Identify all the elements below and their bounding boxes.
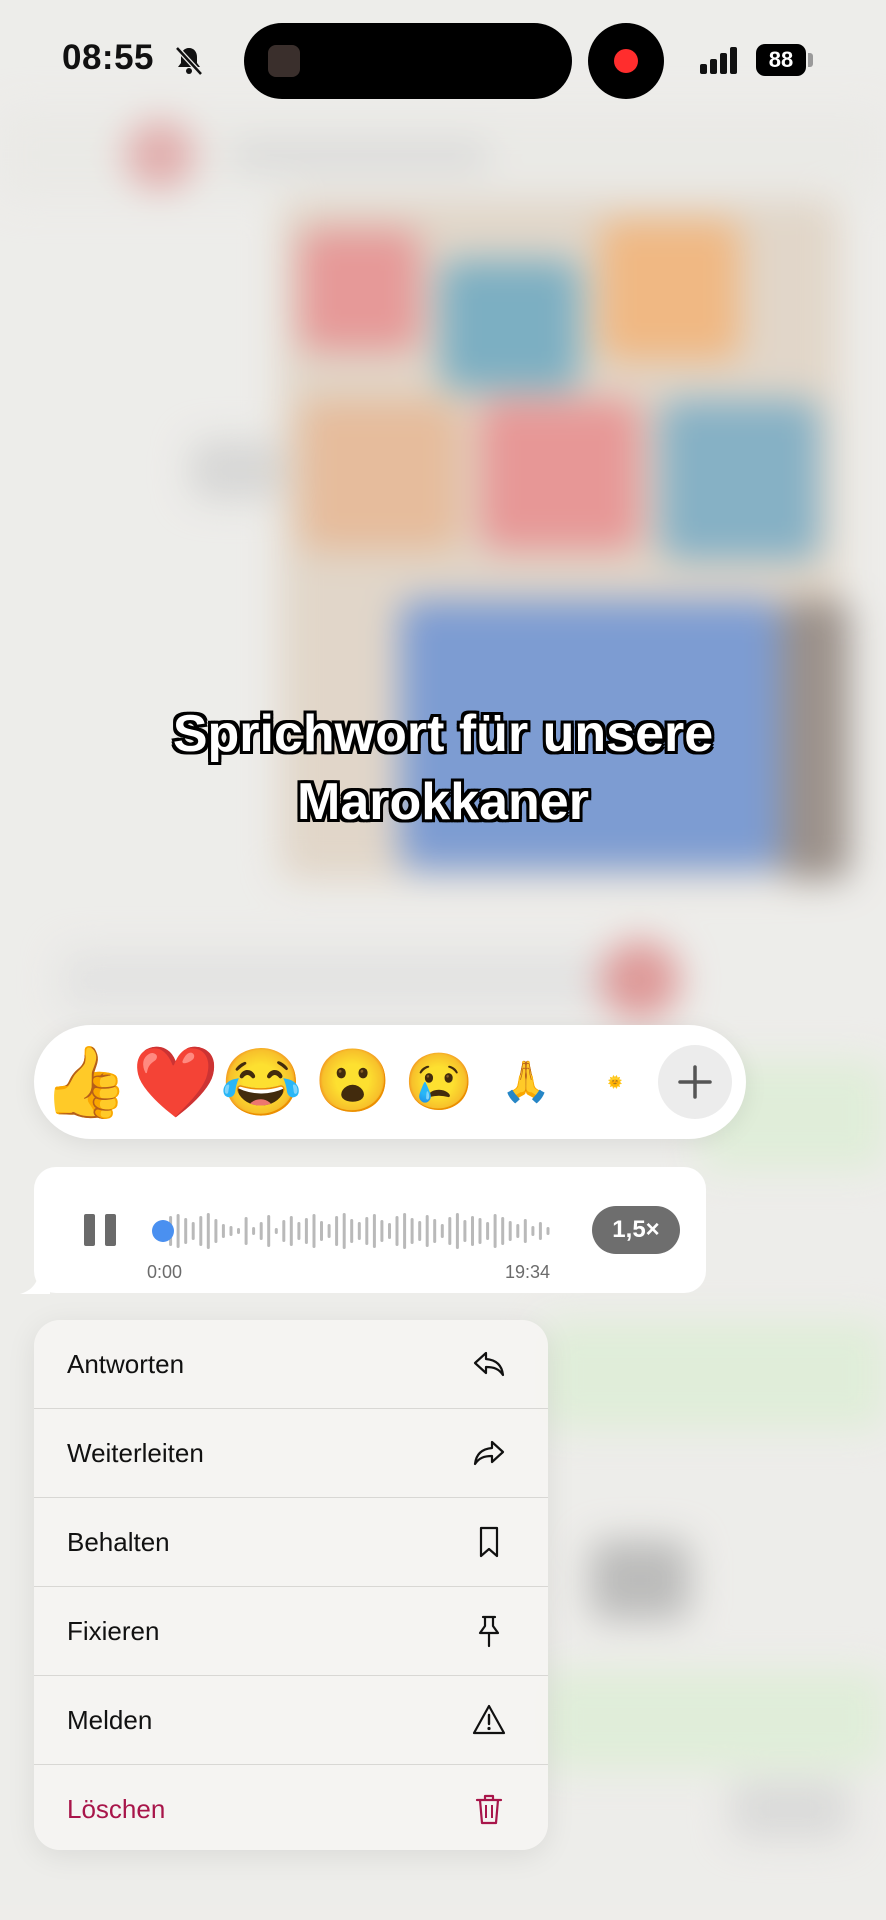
- battery-icon: 88: [756, 44, 806, 76]
- playback-position: 0:00: [147, 1262, 183, 1282]
- waveform-bar: [176, 1214, 180, 1248]
- waveform-bar: [455, 1213, 459, 1249]
- menu-item-delete[interactable]: Löschen: [34, 1765, 548, 1850]
- menu-item-label: Antworten: [67, 1349, 185, 1379]
- recording-indicator[interactable]: [588, 23, 664, 99]
- reaction-laughing[interactable]: 😂: [220, 1025, 302, 1139]
- waveform-bar: [538, 1222, 542, 1240]
- record-dot-icon: [614, 49, 638, 73]
- waveform-bar: [289, 1216, 293, 1246]
- menu-item-pin[interactable]: Fixieren: [34, 1587, 548, 1675]
- battery-cap: [808, 53, 813, 67]
- waveform-bar: [478, 1218, 482, 1244]
- waveform-bar: [523, 1219, 527, 1243]
- waveform-bar: [531, 1226, 535, 1236]
- pause-icon[interactable]: [84, 1214, 116, 1246]
- waveform-bar: [418, 1221, 422, 1241]
- waveform-bar: [388, 1223, 391, 1239]
- playback-speed-button[interactable]: 1,5×: [592, 1206, 680, 1254]
- reaction-pray[interactable]: 🙏: [496, 1025, 556, 1139]
- bookmark-icon: [479, 1526, 499, 1558]
- waveform-bar: [357, 1222, 361, 1240]
- waveform-bar: [403, 1213, 407, 1249]
- signal-icon: [700, 47, 737, 74]
- waveform-bar: [184, 1218, 188, 1244]
- menu-item-label: Melden: [67, 1705, 153, 1735]
- caption-line-1: Sprichwort für unsere: [172, 705, 714, 763]
- playback-duration: 19:34: [505, 1262, 551, 1282]
- waveform-bar: [297, 1222, 301, 1240]
- waveform-bar: [199, 1216, 203, 1246]
- waveform-bar: [312, 1214, 316, 1248]
- waveform-bar: [486, 1222, 490, 1240]
- reaction-surprised[interactable]: 😮: [314, 1025, 391, 1139]
- playhead-handle[interactable]: [152, 1220, 174, 1242]
- waveform-bar: [501, 1217, 505, 1245]
- waveform-bar: [410, 1218, 414, 1244]
- reaction-thumbs-up[interactable]: 👍: [42, 1025, 129, 1139]
- waveform-bar: [372, 1214, 376, 1248]
- waveform-bar: [335, 1216, 339, 1246]
- trash-icon: [475, 1794, 503, 1825]
- waveform-bar: [327, 1224, 331, 1238]
- waveform-bar: [252, 1227, 256, 1235]
- waveform-bar: [244, 1217, 248, 1245]
- reaction-heart[interactable]: ❤️: [132, 1025, 219, 1139]
- bell-muted-icon: [175, 46, 203, 76]
- reaction-crying[interactable]: 😢: [404, 1025, 474, 1139]
- waveform-bar: [320, 1221, 323, 1241]
- media-thumbnail: [268, 45, 300, 77]
- waveform-bar: [425, 1215, 429, 1247]
- caption-line-2: Marokkaner: [297, 773, 589, 831]
- waveform-bar: [342, 1213, 346, 1249]
- reaction-bar: 👍 ❤️ 😂 😮 😢 🙏 🌞: [34, 1025, 746, 1139]
- waveform-bar: [508, 1221, 512, 1241]
- waveform-bar: [448, 1217, 452, 1245]
- waveform-bar: [471, 1216, 474, 1246]
- waveform-bar: [304, 1218, 308, 1244]
- menu-item-label: Löschen: [67, 1794, 166, 1824]
- waveform-bar: [365, 1217, 369, 1245]
- status-time: 08:55: [62, 38, 155, 77]
- waveform-bar: [350, 1219, 354, 1243]
- waveform-bar: [191, 1222, 195, 1240]
- reaction-small[interactable]: 🌞: [600, 1025, 630, 1139]
- dynamic-island[interactable]: [244, 23, 572, 99]
- waveform-bar: [395, 1216, 399, 1246]
- menu-item-keep[interactable]: Behalten: [34, 1498, 548, 1586]
- forward-icon: [473, 1440, 505, 1466]
- warning-icon: [472, 1704, 506, 1735]
- waveform-bar: [229, 1226, 233, 1236]
- waveform-bar: [221, 1224, 225, 1238]
- context-menu: Antworten Weiterleiten Behalten Fixieren…: [34, 1320, 548, 1850]
- waveform-bar: [274, 1228, 278, 1234]
- waveform-bar: [237, 1228, 240, 1234]
- menu-item-label: Behalten: [67, 1527, 170, 1557]
- reply-icon: [473, 1351, 505, 1377]
- menu-item-forward[interactable]: Weiterleiten: [34, 1409, 548, 1497]
- status-bar: 08:55 88: [0, 0, 886, 120]
- menu-item-label: Weiterleiten: [67, 1438, 204, 1468]
- waveform-bar: [463, 1220, 467, 1242]
- waveform-bar: [546, 1227, 550, 1235]
- waveform-bar: [206, 1213, 210, 1249]
- waveform-bar: [259, 1222, 263, 1240]
- waveform-bar: [433, 1219, 437, 1243]
- waveform-bar: [267, 1215, 271, 1247]
- waveform-bar: [380, 1220, 384, 1242]
- pin-icon: [478, 1615, 500, 1648]
- waveform-bar: [214, 1219, 218, 1243]
- menu-item-label: Fixieren: [67, 1616, 160, 1646]
- waveform-bar: [493, 1214, 497, 1248]
- menu-item-report[interactable]: Melden: [34, 1676, 548, 1764]
- waveform-bar: [516, 1224, 520, 1238]
- waveform-bar: [440, 1224, 444, 1238]
- waveform-bar: [282, 1220, 286, 1242]
- waveform[interactable]: [148, 1206, 558, 1256]
- plus-icon: [678, 1065, 712, 1099]
- menu-item-reply[interactable]: Antworten: [34, 1320, 548, 1408]
- more-reactions-button[interactable]: [658, 1045, 732, 1119]
